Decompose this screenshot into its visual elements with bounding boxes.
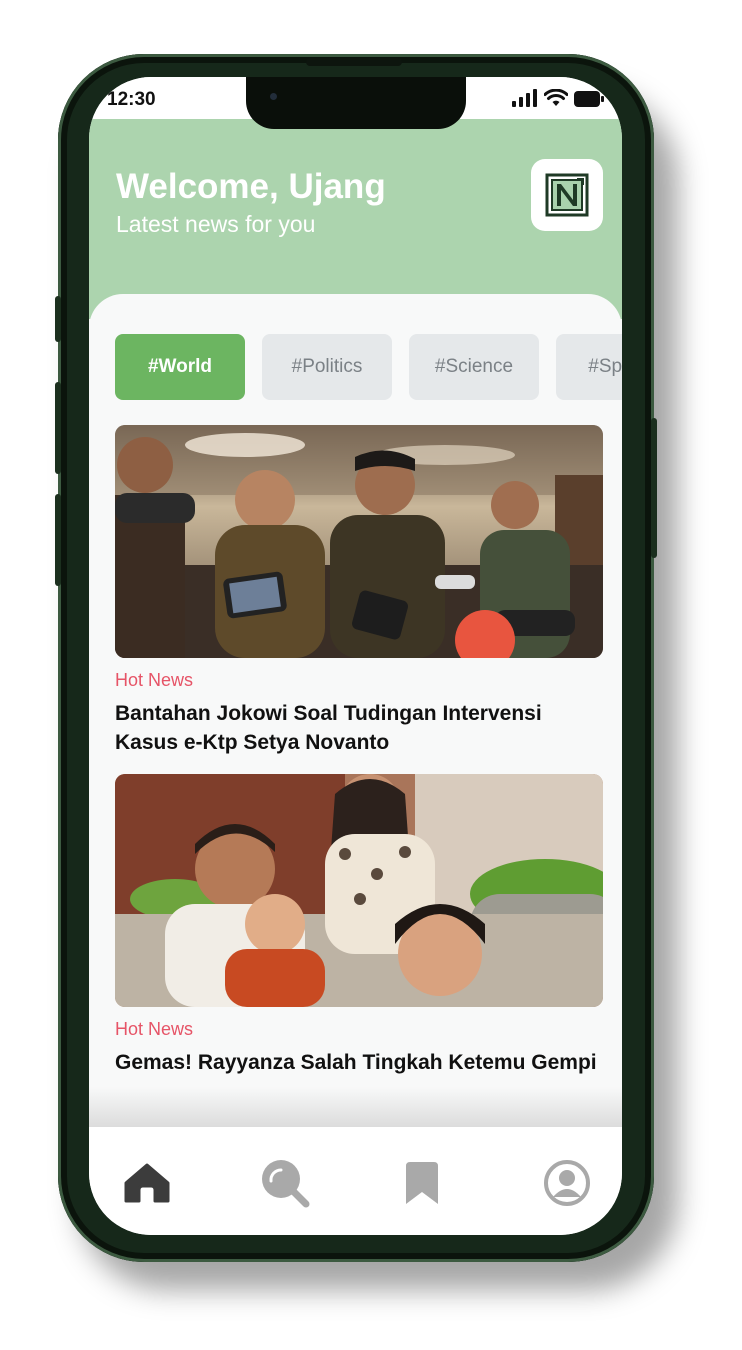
scroll-fade bbox=[89, 1087, 622, 1127]
cellular-signal-icon bbox=[512, 89, 537, 107]
news-photo[interactable] bbox=[115, 774, 603, 1007]
welcome-title: Welcome, Ujang bbox=[116, 167, 386, 206]
app-logo[interactable] bbox=[531, 159, 603, 231]
earpiece-speaker bbox=[306, 58, 402, 66]
news-card[interactable]: Hot News Bantahan Jokowi Soal Tudingan I… bbox=[115, 425, 603, 757]
news-photo[interactable] bbox=[115, 425, 603, 658]
main-content: #World #Politics #Science #Sports bbox=[89, 294, 622, 1164]
camera-notch bbox=[246, 77, 466, 129]
newspaper-logo-icon bbox=[545, 173, 589, 217]
power-button bbox=[651, 418, 657, 558]
profile-icon bbox=[544, 1160, 590, 1206]
status-icons bbox=[512, 89, 604, 107]
bottom-nav bbox=[89, 1127, 622, 1235]
nav-home[interactable] bbox=[121, 1157, 173, 1209]
nav-bookmarks[interactable] bbox=[396, 1157, 448, 1209]
tab-world[interactable]: #World bbox=[115, 334, 245, 400]
bookmark-icon bbox=[406, 1162, 438, 1204]
category-tabs: #World #Politics #Science #Sports bbox=[115, 334, 622, 400]
battery-icon bbox=[574, 91, 604, 107]
news-headline[interactable]: Gemas! Rayyanza Salah Tingkah Ketemu Gem… bbox=[115, 1048, 603, 1077]
welcome-header: Welcome, Ujang Latest news for you bbox=[89, 119, 622, 319]
tab-politics[interactable]: #Politics bbox=[262, 334, 392, 400]
wifi-icon bbox=[544, 89, 568, 106]
nav-profile[interactable] bbox=[541, 1157, 593, 1209]
welcome-subtitle: Latest news for you bbox=[116, 211, 316, 237]
tab-sports[interactable]: #Sports bbox=[556, 334, 622, 400]
volume-up-button bbox=[55, 382, 61, 474]
nav-search[interactable] bbox=[259, 1157, 311, 1209]
press-conference-photo bbox=[115, 425, 603, 658]
front-camera bbox=[270, 93, 277, 100]
tab-science[interactable]: #Science bbox=[409, 334, 539, 400]
news-card[interactable]: Hot News Gemas! Rayyanza Salah Tingkah K… bbox=[115, 774, 603, 1077]
action-button bbox=[55, 296, 61, 342]
search-icon bbox=[262, 1160, 310, 1208]
volume-down-button bbox=[55, 494, 61, 586]
home-icon bbox=[124, 1163, 170, 1203]
hot-news-tag: Hot News bbox=[115, 1019, 194, 1039]
hot-news-tag: Hot News bbox=[115, 670, 194, 690]
news-headline[interactable]: Bantahan Jokowi Soal Tudingan Intervensi… bbox=[115, 699, 603, 757]
app-screen: 12:30 Welcome, Ujang Latest news for you bbox=[89, 77, 622, 1235]
status-time: 12:30 bbox=[107, 89, 156, 110]
family-photo bbox=[115, 774, 603, 1007]
